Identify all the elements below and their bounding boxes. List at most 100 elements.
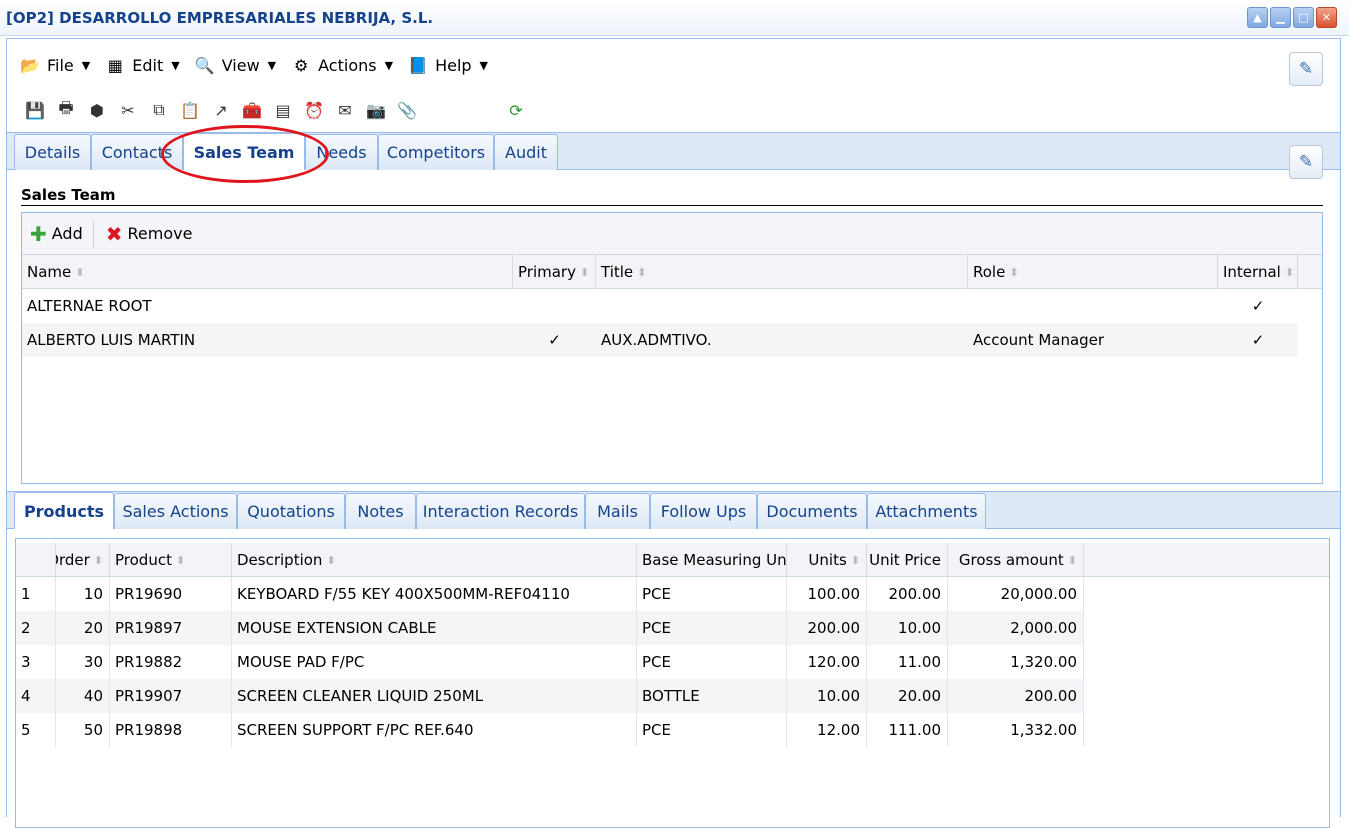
col-gross-amount[interactable]: Gross amount ⬍ [948, 543, 1084, 577]
tab-competitors[interactable]: Competitors [378, 134, 494, 170]
sort-icon: ⬍ [1284, 265, 1295, 279]
sort-icon: ⬍ [75, 265, 85, 279]
cell-base-unit: PCE [637, 645, 787, 679]
col-name[interactable]: Name ⬍ [22, 255, 513, 289]
table-row[interactable]: 2 20 PR19897 MOUSE EXTENSION CABLE PCE 200.00… [16, 611, 1084, 645]
col-base-unit[interactable]: Base Measuring Unit [637, 543, 787, 577]
tab-products[interactable]: Products [14, 492, 114, 529]
sort-icon: ⬍ [1009, 265, 1019, 279]
tab-follow-ups[interactable]: Follow Ups [650, 493, 757, 529]
menu-edit[interactable]: ▦ Edit ▼ [104, 54, 180, 76]
camera-icon[interactable]: 📷 [364, 98, 388, 122]
help-icon: 📘 [408, 55, 429, 75]
calculator-icon[interactable]: ▤ [271, 98, 295, 122]
tab-interaction-records[interactable]: Interaction Records [416, 493, 585, 529]
cell-product: PR19882 [110, 645, 232, 679]
remove-button[interactable]: ✖ Remove [106, 222, 193, 246]
tab-mails[interactable]: Mails [585, 493, 650, 529]
add-button-label: Add [51, 224, 83, 243]
chevron-down-icon: ▼ [171, 58, 180, 72]
col-order[interactable]: Order⬍ [56, 543, 110, 577]
cell-order: 20 [56, 611, 110, 645]
cell-name: ALTERNAE ROOT [27, 297, 152, 315]
chevron-down-icon: ▼ [81, 58, 91, 72]
tab-quotations[interactable]: Quotations [237, 493, 345, 529]
cell-order: 40 [56, 679, 110, 713]
view-icon: 🔍 [194, 55, 215, 75]
table-row[interactable]: ALBERTO LUIS MARTIN ✓ AUX.ADMTIVO. Accou… [22, 323, 1298, 357]
tab-notes[interactable]: Notes [345, 493, 416, 529]
col-primary[interactable]: Primary ⬍ [513, 255, 596, 289]
cell-role: Account Manager [973, 331, 1105, 349]
window-title: [OP2] DESARROLLO EMPRESARIALES NEBRIJA, … [6, 9, 434, 27]
cell-rownum: 5 [16, 713, 56, 747]
menu-view[interactable]: 🔍 View ▼ [194, 54, 276, 76]
paste-icon[interactable]: 📋 [178, 98, 202, 122]
archive-icon[interactable]: ⬢ [85, 98, 109, 122]
cell-unit-price: 10.00 [867, 611, 948, 645]
cell-order: 10 [56, 577, 110, 611]
toolbox-icon[interactable]: 🧰 [240, 98, 264, 122]
cell-primary [513, 289, 596, 323]
alarm-icon[interactable]: ⏰ [302, 98, 326, 122]
sales-team-toolbar: ✚ Add ✖ Remove [22, 213, 1322, 255]
col-internal[interactable]: Internal ⬍ [1218, 255, 1298, 289]
cell-gross-amount: 2,000.00 [948, 611, 1084, 645]
cell-role [968, 289, 1218, 323]
menu-edit-label: Edit [132, 55, 164, 75]
cell-description: SCREEN SUPPORT F/PC REF.640 [232, 713, 637, 747]
print-icon[interactable]: 🖶 [54, 98, 78, 122]
save-icon[interactable]: 💾 [23, 98, 47, 122]
col-product[interactable]: Product ⬍ [110, 543, 232, 577]
cut-icon[interactable]: ✂ [116, 98, 140, 122]
user-edit-button[interactable]: ✎ [1289, 52, 1323, 86]
cell-unit-price: 11.00 [867, 645, 948, 679]
minimize-icon[interactable]: ▁ [1270, 7, 1291, 28]
remove-icon: ✖ [105, 221, 123, 246]
col-title[interactable]: Title ⬍ [596, 255, 968, 289]
cell-description: KEYBOARD F/55 KEY 400X500MM-REF04110 [232, 577, 637, 611]
sort-icon: ⬍ [175, 553, 186, 567]
mail-icon[interactable]: ✉ [333, 98, 357, 122]
attach-icon[interactable]: 📎 [395, 98, 419, 122]
add-button[interactable]: ✚ Add [30, 222, 83, 246]
cell-base-unit: PCE [637, 611, 787, 645]
cell-rownum: 1 [16, 577, 56, 611]
export-icon[interactable]: ↗ [209, 98, 233, 122]
col-description[interactable]: Description ⬍ [232, 543, 637, 577]
table-row[interactable]: 3 30 PR19882 MOUSE PAD F/PC PCE 120.00 11.00 1,… [16, 645, 1084, 679]
cell-base-unit: PCE [637, 713, 787, 747]
tab-sales-actions[interactable]: Sales Actions [114, 493, 237, 529]
chevron-down-icon: ▼ [384, 58, 394, 72]
tab-user-edit-button[interactable]: ✎ [1289, 145, 1323, 179]
table-row[interactable]: ALTERNAE ROOT ✓ [22, 289, 1298, 323]
table-row[interactable]: 5 50 PR19898 SCREEN SUPPORT F/PC REF.640 PCE… [16, 713, 1084, 747]
cell-order: 30 [56, 645, 110, 679]
cell-internal: ✓ [1251, 297, 1265, 315]
tab-documents[interactable]: Documents [757, 493, 867, 529]
copy-icon[interactable]: ⧉ [147, 98, 171, 122]
table-row[interactable]: 1 10 PR19690 KEYBOARD F/55 KEY 400X500MM-RE… [16, 577, 1084, 611]
tab-attachments[interactable]: Attachments [867, 493, 986, 529]
menu-actions[interactable]: ⚙ Actions ▼ [290, 54, 393, 76]
sales-team-grid: ✚ Add ✖ Remove Name ⬍ Primary ⬍ Title ⬍ Rol… [21, 212, 1323, 484]
cell-description: MOUSE PAD F/PC [232, 645, 637, 679]
maximize-icon[interactable]: □ [1293, 7, 1314, 28]
table-row[interactable]: 4 40 PR19907 SCREEN CLEANER LIQUID 250ML BOT… [16, 679, 1084, 713]
cell-product: PR19897 [110, 611, 232, 645]
cell-product: PR19907 [110, 679, 232, 713]
tab-details[interactable]: Details [14, 134, 91, 170]
collapse-icon[interactable]: ▲ [1247, 7, 1268, 28]
menu-file[interactable]: 📂 File ▼ [19, 54, 90, 76]
col-role[interactable]: Role ⬍ [968, 255, 1218, 289]
tab-audit[interactable]: Audit [494, 134, 558, 170]
col-unit-price[interactable]: Unit Price [867, 543, 948, 577]
refresh-icon[interactable]: ⟳ [504, 98, 528, 122]
cell-internal: ✓ [1251, 331, 1265, 349]
sort-icon: ⬍ [637, 265, 647, 279]
close-icon[interactable]: ✕ [1316, 7, 1337, 28]
menu-help[interactable]: 📘 Help ▼ [407, 54, 488, 76]
col-units[interactable]: Units ⬍ [787, 543, 867, 577]
cell-unit-price: 20.00 [867, 679, 948, 713]
cell-gross-amount: 1,320.00 [948, 645, 1084, 679]
